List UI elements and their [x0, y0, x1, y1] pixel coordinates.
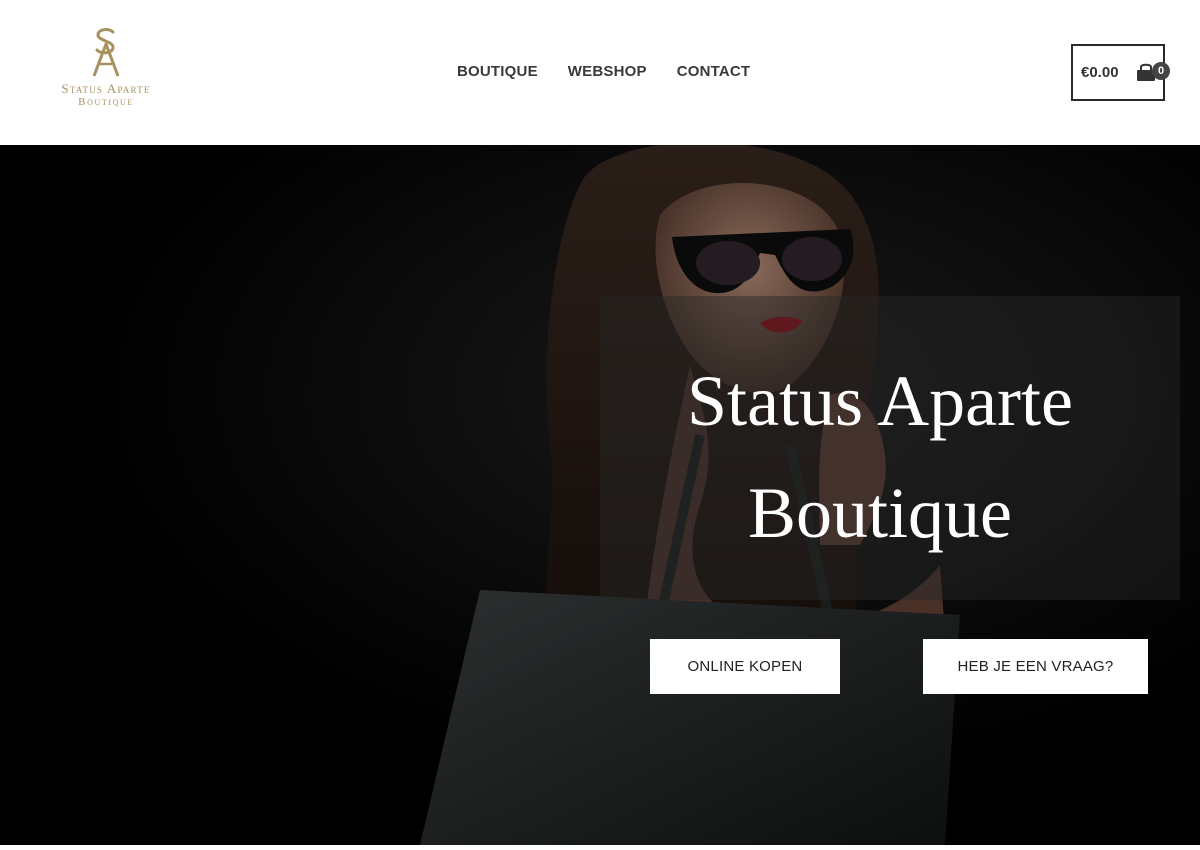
nav-item-contact[interactable]: CONTACT	[677, 62, 751, 82]
logo-subtitle: Boutique	[78, 96, 134, 108]
site-logo[interactable]: Status Aparte Boutique	[50, 26, 162, 118]
nav-item-webshop[interactable]: WEBSHOP	[568, 62, 647, 82]
cart-count-badge: 0	[1152, 62, 1170, 80]
hero-title-line2: Boutique	[748, 473, 1012, 553]
cart-button[interactable]: €0.00 0	[1071, 44, 1170, 101]
main-nav: BOUTIQUE WEBSHOP CONTACT	[457, 62, 750, 82]
ask-question-button[interactable]: HEB JE EEN VRAAG?	[923, 639, 1148, 694]
hero-title: Status Aparte Boutique	[600, 345, 1160, 569]
logo-title: Status Aparte	[61, 81, 151, 96]
bottom-strip	[0, 845, 1200, 850]
hero-title-line1: Status Aparte	[687, 361, 1073, 441]
hero-section: Status Aparte Boutique ONLINE KOPEN HEB …	[0, 145, 1200, 845]
online-kopen-button[interactable]: ONLINE KOPEN	[650, 639, 840, 694]
site-header: Status Aparte Boutique BOUTIQUE WEBSHOP …	[0, 0, 1200, 145]
nav-item-boutique[interactable]: BOUTIQUE	[457, 62, 538, 82]
cart-amount: €0.00	[1081, 64, 1119, 81]
sa-monogram-icon	[92, 28, 120, 77]
